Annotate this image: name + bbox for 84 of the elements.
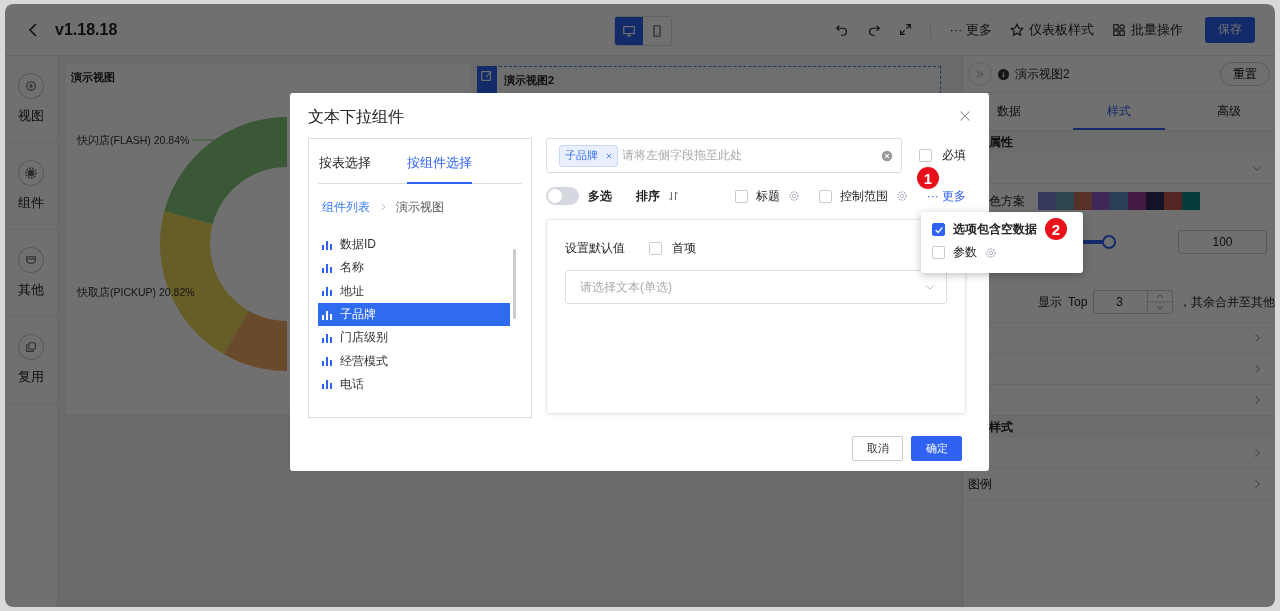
bar-chart-icon xyxy=(322,239,332,250)
toggle-switch[interactable] xyxy=(546,187,579,205)
monitor-icon xyxy=(622,24,636,38)
field-label: 色方案 xyxy=(989,192,1026,210)
info-icon xyxy=(998,68,1009,80)
settings-icon[interactable] xyxy=(787,190,800,202)
toolbar-button[interactable]: 批量操作 xyxy=(1112,20,1183,39)
checkbox[interactable] xyxy=(932,223,945,236)
bar-chart-icon xyxy=(322,286,332,297)
field-item[interactable]: 门店级别 xyxy=(318,326,510,350)
panel-tab[interactable]: 高级 xyxy=(1183,93,1275,130)
checkbox-label: 必填 xyxy=(942,147,966,164)
source-tab[interactable]: 按表选择 xyxy=(319,154,371,184)
field-item[interactable]: 地址 xyxy=(318,279,510,303)
grid-icon xyxy=(1112,22,1126,37)
checkbox-label: 首项 xyxy=(672,239,696,257)
bar-chart-icon xyxy=(322,309,332,320)
card-title: 演示视图 xyxy=(71,70,115,85)
panel-title: 演示视图2 xyxy=(1015,65,1070,83)
field-item[interactable]: 电话 xyxy=(318,372,510,397)
expand-button[interactable] xyxy=(968,62,992,86)
field-label: 设置默认值 xyxy=(565,239,625,257)
bar-chart-icon xyxy=(322,262,332,273)
field-tag[interactable]: 子品牌 xyxy=(559,144,618,167)
breadcrumb-item[interactable]: 组件列表 xyxy=(322,198,370,216)
rail-label[interactable]: 视图 xyxy=(18,107,44,125)
color-palette[interactable] xyxy=(1038,192,1200,210)
cup-icon[interactable] xyxy=(18,247,44,273)
rail-label[interactable]: 复用 xyxy=(18,368,44,386)
chevron-right-icon xyxy=(378,202,388,212)
checkbox-label: 控制范围 xyxy=(839,187,888,205)
bar-chart-icon xyxy=(322,379,332,390)
field-label: ，其余合并至其他 xyxy=(1179,293,1275,311)
field-item[interactable]: 数据ID xyxy=(318,233,510,257)
phone-icon xyxy=(650,24,664,38)
toggle-label: 多选 xyxy=(587,187,612,205)
star-icon xyxy=(1010,22,1024,37)
sort-icon[interactable] xyxy=(667,190,679,202)
checkbox-label: 参数 xyxy=(953,244,977,261)
section-heading: 属性 xyxy=(989,133,1013,151)
cancel-button[interactable]: 取消 xyxy=(852,436,903,461)
plus-circle-icon[interactable] xyxy=(18,73,44,99)
gear-icon[interactable] xyxy=(18,160,44,186)
select-field[interactable]: 请选择文本(单选) xyxy=(565,270,947,304)
field-item[interactable]: 子品牌 xyxy=(318,302,510,327)
number-field[interactable]: 100 xyxy=(1178,230,1267,254)
rail-label[interactable]: 其他 xyxy=(18,281,44,299)
chevrons-right-icon[interactable] xyxy=(975,69,985,79)
close-icon[interactable] xyxy=(959,110,971,122)
scrollbar[interactable] xyxy=(513,249,516,319)
slice-label: 快闪店(FLASH) 20.84% xyxy=(77,134,190,146)
settings-icon[interactable] xyxy=(985,246,997,259)
reset-button[interactable]: 重置 xyxy=(1220,62,1270,86)
checkbox-label: 选项包含空数据 xyxy=(953,221,1037,238)
confirm-button[interactable]: 确定 xyxy=(911,436,962,461)
clear-icon[interactable] xyxy=(881,149,893,162)
bar-chart-icon xyxy=(322,356,332,367)
version-title: v1.18.18 xyxy=(55,20,118,39)
row-label[interactable]: 图例 xyxy=(968,475,992,493)
fullscreen-icon[interactable] xyxy=(899,23,913,36)
rail-label[interactable]: 组件 xyxy=(18,194,44,212)
save-button[interactable]: 保存 xyxy=(1205,16,1255,43)
drop-field[interactable]: 子品牌 请将左侧字段拖至此处 xyxy=(546,138,902,173)
field-item[interactable]: 名称 xyxy=(318,256,510,280)
more-link[interactable]: ··· 更多 xyxy=(926,187,966,205)
settings-icon[interactable] xyxy=(895,190,908,202)
card-title: 演示视图2 xyxy=(504,73,555,88)
bar-chart-icon xyxy=(322,332,332,343)
section-heading: 样式 xyxy=(989,418,1013,436)
breadcrumb-item: 演示视图 xyxy=(396,198,444,216)
copy-icon[interactable] xyxy=(18,334,44,360)
device-mode-toggle[interactable] xyxy=(615,17,643,45)
toolbar-button[interactable]: 仪表板样式 xyxy=(1010,20,1094,39)
checkbox-label: 标题 xyxy=(755,187,780,205)
field-label: 显示 xyxy=(1038,293,1062,311)
field-label: Top xyxy=(1068,295,1088,309)
number-stepper[interactable]: 3 xyxy=(1093,290,1173,314)
close-icon[interactable] xyxy=(606,152,612,159)
more-button[interactable]: ··· 更多 xyxy=(949,20,992,39)
field-item[interactable]: 经营模式 xyxy=(318,349,510,373)
sort-label: 排序 xyxy=(635,187,660,205)
panel-tab[interactable]: 样式 xyxy=(1073,93,1165,130)
dialog-title: 文本下拉组件 xyxy=(308,106,404,127)
source-tab[interactable]: 按组件选择 xyxy=(407,154,472,184)
